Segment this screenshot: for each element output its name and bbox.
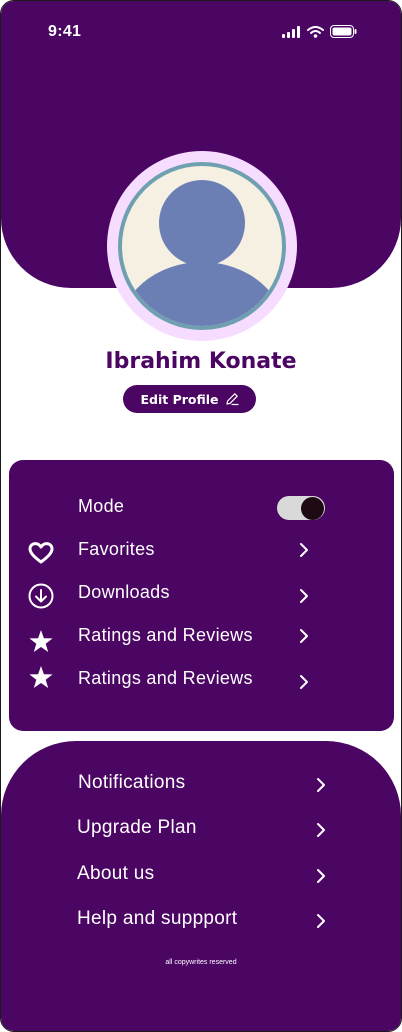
star-icon bbox=[29, 666, 53, 688]
star-icon bbox=[29, 630, 53, 652]
status-time: 9:41 bbox=[48, 23, 82, 40]
menu-item-downloads[interactable]: Downloads bbox=[9, 576, 394, 612]
settings-card: Mode Favorites Downloads Ratings and Rev… bbox=[9, 460, 394, 731]
menu-item-label: Upgrade Plan bbox=[77, 817, 197, 838]
edit-profile-button[interactable]: Edit Profile bbox=[123, 385, 256, 413]
menu-item-label: Notifications bbox=[78, 772, 186, 793]
menu-item-favorites[interactable]: Favorites bbox=[9, 533, 394, 569]
menu-item-help-support[interactable]: Help and suppport bbox=[1, 904, 401, 940]
menu-item-label: Ratings and Reviews bbox=[78, 625, 253, 645]
chevron-right-icon bbox=[300, 675, 308, 689]
menu-item-about-us[interactable]: About us bbox=[1, 859, 401, 895]
download-icon bbox=[28, 583, 54, 609]
chevron-right-icon bbox=[317, 914, 325, 928]
user-avatar-icon bbox=[118, 162, 286, 330]
chevron-right-icon bbox=[300, 589, 308, 603]
battery-icon bbox=[330, 25, 357, 38]
chevron-right-icon bbox=[317, 869, 325, 883]
menu-item-ratings-reviews[interactable]: Ratings and Reviews bbox=[9, 619, 394, 655]
chevron-right-icon bbox=[317, 778, 325, 792]
heart-icon bbox=[28, 542, 54, 564]
mode-row: Mode bbox=[9, 490, 394, 526]
copyright-footer: all copywrites reserved bbox=[165, 959, 237, 966]
menu-item-label: Ratings and Reviews bbox=[78, 668, 253, 688]
chevron-right-icon bbox=[300, 543, 308, 557]
menu-item-label: Help and suppport bbox=[77, 908, 238, 929]
phone-frame: 9:41 Ibrahim Konate Edit Profile Mode Fa… bbox=[0, 0, 402, 1032]
menu-item-label: About us bbox=[77, 863, 155, 884]
profile-name: Ibrahim Konate bbox=[105, 349, 297, 374]
bottom-menu: Notifications Upgrade Plan About us Help… bbox=[1, 741, 401, 1031]
status-icons bbox=[282, 25, 357, 38]
edit-profile-label: Edit Profile bbox=[140, 391, 219, 407]
avatar[interactable] bbox=[107, 151, 297, 341]
menu-item-upgrade-plan[interactable]: Upgrade Plan bbox=[1, 813, 401, 849]
mode-toggle[interactable] bbox=[277, 496, 325, 520]
chevron-right-icon bbox=[300, 629, 308, 643]
menu-item-ratings-reviews[interactable]: Ratings and Reviews bbox=[9, 662, 394, 698]
toggle-knob bbox=[301, 497, 324, 520]
mode-label: Mode bbox=[78, 496, 125, 516]
status-bar: 9:41 bbox=[1, 1, 401, 61]
menu-item-notifications[interactable]: Notifications bbox=[1, 768, 401, 804]
signal-icon bbox=[282, 25, 300, 38]
chevron-right-icon bbox=[317, 823, 325, 837]
menu-item-label: Downloads bbox=[78, 582, 170, 602]
wifi-icon bbox=[307, 25, 324, 38]
pencil-icon bbox=[225, 393, 239, 406]
menu-item-label: Favorites bbox=[78, 539, 155, 559]
